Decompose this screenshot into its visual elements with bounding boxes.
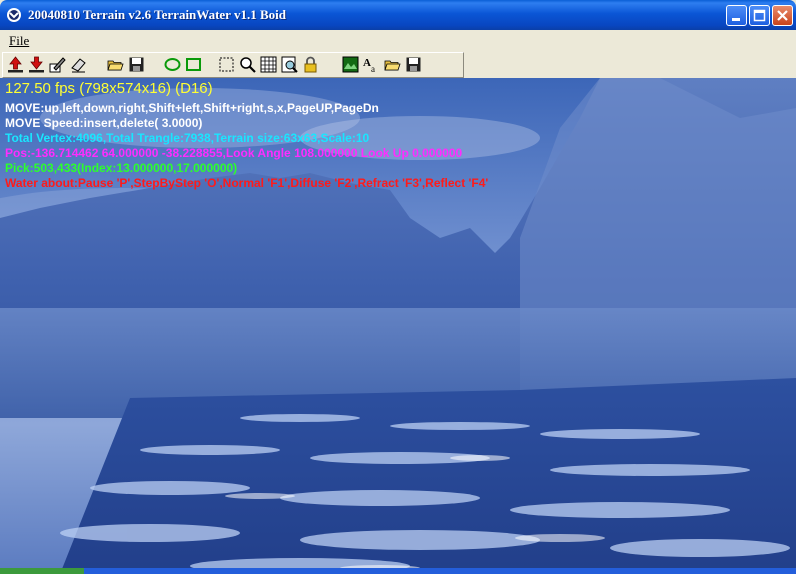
title-bar[interactable]: 20040810 Terrain v2.6 TerrainWater v1.1 … — [0, 0, 796, 30]
save-disk-icon — [129, 57, 144, 72]
hud-move-speed: MOVE Speed:insert,delete( 3.0000) — [5, 116, 203, 130]
font-icon: Aa — [363, 57, 375, 74]
toolbar-open-button[interactable] — [106, 55, 125, 74]
minimize-icon — [732, 18, 740, 21]
hud-position: Pos:-136.714462 64.000000 -38.228855,Loo… — [5, 146, 463, 160]
hud-fps: 127.50 fps (798x574x16) (D16) — [5, 80, 213, 97]
toolbar-pattern-button[interactable] — [259, 55, 278, 74]
menu-file-label: File — [9, 33, 30, 48]
toolbar-lock-button[interactable] — [301, 55, 320, 74]
svg-text:a: a — [371, 64, 375, 74]
minimize-button[interactable] — [726, 5, 747, 26]
open-folder-icon — [384, 60, 401, 71]
toolbar-font-button[interactable]: Aa — [362, 55, 381, 74]
save-disk-icon — [406, 57, 421, 72]
maximize-button[interactable] — [749, 5, 770, 26]
toolbar-eraser-button[interactable] — [69, 55, 88, 74]
eraser-icon — [71, 58, 86, 73]
menu-file[interactable]: File — [9, 33, 29, 49]
toolbar-ellipse-button[interactable] — [163, 55, 182, 74]
app-window: 20040810 Terrain v2.6 TerrainWater v1.1 … — [0, 0, 796, 574]
toolbar-upload-button[interactable] — [6, 55, 25, 74]
svg-text:A: A — [363, 57, 371, 69]
maximize-icon — [753, 9, 766, 22]
hud-pick: Pick:503,433(Index:13.000000,17.000000) — [5, 161, 238, 175]
hud-terrain-stats: Total Vertex:4096,Total Trangle:7938,Ter… — [5, 131, 370, 145]
close-icon — [777, 10, 788, 21]
edit-icon — [49, 57, 66, 73]
menu-bar: File — [0, 30, 796, 50]
image-icon — [342, 56, 359, 73]
lock-icon — [304, 56, 317, 73]
zoom-icon — [240, 57, 256, 73]
toolbar-save-button[interactable] — [127, 55, 146, 74]
select-icon — [219, 57, 234, 72]
toolbar-select-button[interactable] — [217, 55, 236, 74]
hud-move-keys: MOVE:up,left,down,right,Shift+left,Shift… — [5, 101, 379, 115]
toolbar-open-button-2[interactable] — [383, 55, 402, 74]
download-icon — [29, 56, 44, 73]
toolbar-download-button[interactable] — [27, 55, 46, 74]
toolbar-preview-button[interactable] — [280, 55, 299, 74]
hud-water-keys: Water about:Pause 'P',StepByStep 'O',Nor… — [5, 176, 489, 190]
close-button[interactable] — [772, 5, 793, 26]
ellipse-icon — [164, 58, 181, 71]
toolbar: Aa — [2, 52, 464, 78]
window-title: 20040810 Terrain v2.6 TerrainWater v1.1 … — [28, 7, 286, 22]
magnifier-page-icon — [281, 56, 298, 73]
toolbar-rectangle-button[interactable] — [184, 55, 203, 74]
open-folder-icon — [107, 60, 124, 71]
app-icon[interactable] — [6, 7, 22, 23]
upload-icon — [8, 56, 23, 73]
toolbar-zoom-button[interactable] — [238, 55, 257, 74]
start-button-edge[interactable] — [0, 568, 84, 574]
rectangle-icon — [186, 58, 201, 71]
toolbar-save-button-2[interactable] — [404, 55, 423, 74]
taskbar-edge — [0, 568, 796, 574]
toolbar-image-button[interactable] — [341, 55, 360, 74]
pattern-icon — [260, 56, 277, 73]
toolbar-edit-button[interactable] — [48, 55, 67, 74]
